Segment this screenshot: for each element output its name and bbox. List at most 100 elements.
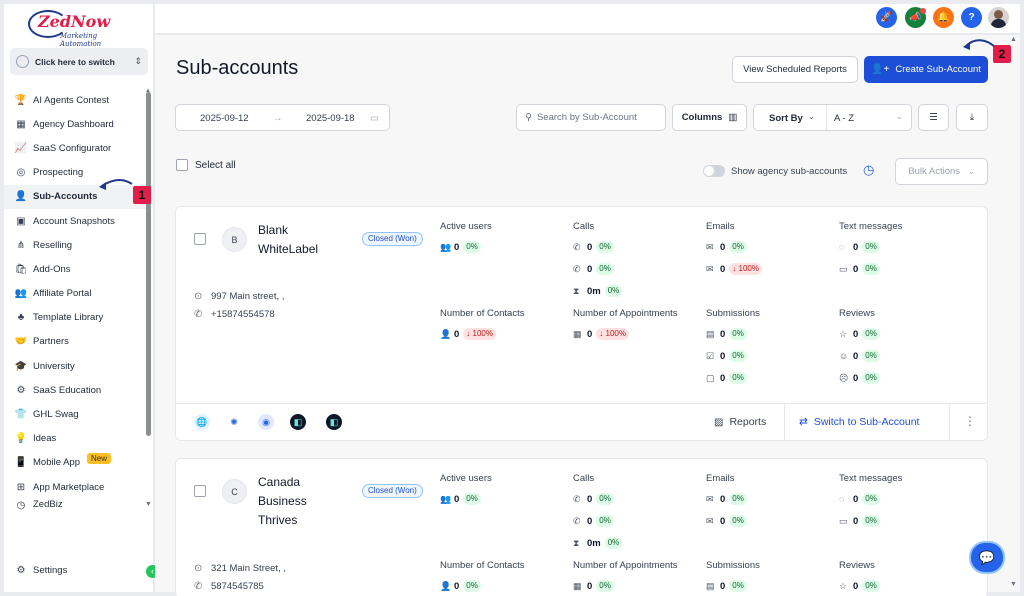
mail-sent-icon: ✉ (706, 263, 714, 274)
sidebar-item-ideas[interactable]: 💡 Ideas (4, 427, 146, 451)
quiz-icon: ▢ (706, 372, 715, 383)
account-name[interactable]: Blank WhiteLabel (258, 221, 338, 259)
view-scheduled-reports-button[interactable]: View Scheduled Reports (732, 56, 858, 83)
annotation-arrow-1 (99, 179, 133, 190)
chat-icon: 💬 (978, 550, 996, 565)
more-options-icon[interactable]: ⋮ (964, 414, 976, 428)
reports-label: Reports (729, 416, 767, 428)
history-icon[interactable]: ◷ (863, 162, 874, 178)
phone-outgoing-icon: ✆ (573, 515, 581, 526)
scroll-down-arrow[interactable]: ▼ (1010, 581, 1017, 588)
sidebar-item-ai-agents-contest[interactable]: 🏆 AI Agents Contest (4, 88, 146, 112)
sidebar-item-saas-configurator[interactable]: 📈 SaaS Configurator (4, 136, 146, 160)
sidebar-item-zedbiz[interactable]: ◷ ZedBiz (4, 499, 146, 513)
sort-control[interactable]: Sort By ⌄ A - Z ⌄ (753, 104, 912, 131)
metric-row: ☆ 0 0% (839, 328, 880, 340)
date-range-picker[interactable]: 2025-09-12 → 2025-09-18 ▭ (175, 104, 390, 131)
calendar-icon: ▭ (370, 113, 379, 124)
metric-change-pill: 0% (862, 328, 880, 340)
download-button[interactable]: ⤓ (956, 104, 988, 131)
sidebar-item-ghl-swag[interactable]: 👕 GHL Swag (4, 402, 146, 426)
sidebar-item-partners[interactable]: 🤝 Partners (4, 330, 146, 354)
sidebar-item-app-marketplace[interactable]: ⊞ App Marketplace (4, 475, 146, 499)
location-pin-icon: ⊙ (194, 291, 203, 302)
metric-row: ✆ 0 0% (573, 263, 614, 275)
columns-button[interactable]: Columns ▥ (672, 104, 747, 131)
form-icon: ▤ (706, 580, 715, 591)
account-initial-avatar: C (222, 479, 247, 504)
sidebar-item-account-snapshots[interactable]: ▣ Account Snapshots (4, 209, 146, 233)
sidebar-item-affiliate-portal[interactable]: 👥 Affiliate Portal (4, 282, 146, 306)
metric-value: 0 (720, 241, 726, 253)
sidebar-item-label: Affiliate Portal (33, 288, 92, 300)
account-address: ⊙ 997 Main street, , (194, 291, 284, 302)
rocket-icon[interactable]: 🚀 (876, 7, 897, 28)
emails-heading: Emails (706, 473, 735, 484)
switch-to-sub-account-button[interactable]: ⇄ Switch to Sub-Account (799, 416, 919, 428)
calls-heading: Calls (573, 221, 595, 232)
frown-icon: ☹ (839, 372, 849, 383)
metric-change-pill: 0% (862, 350, 880, 362)
settings-label: Settings (33, 564, 68, 576)
card-checkbox[interactable] (194, 485, 206, 497)
card-checkbox[interactable] (194, 233, 206, 245)
contacts-heading: Number of Contacts (440, 308, 525, 319)
integration-app-icon[interactable]: ✺ (226, 414, 242, 430)
sidebar-item-agency-dashboard[interactable]: ▦ Agency Dashboard (4, 112, 146, 136)
select-all-checkbox[interactable] (176, 159, 188, 171)
footer-divider (784, 404, 785, 440)
bell-icon[interactable]: 🔔 (933, 7, 954, 28)
avatar-head (994, 10, 1003, 19)
metric-row: 👥 0 0% (440, 241, 481, 253)
reviews-heading: Reviews (839, 308, 875, 319)
sidebar-item-add-ons[interactable]: 🛍 Add-Ons (4, 257, 146, 281)
address-text: 997 Main street, , (211, 291, 285, 302)
emails-heading: Emails (706, 221, 735, 232)
scroll-up-arrow[interactable]: ▲ (1010, 36, 1017, 43)
sidebar-item-settings[interactable]: ⚙ Settings (15, 564, 68, 576)
sidebar-item-reselling[interactable]: ⋔ Reselling (4, 233, 146, 257)
help-icon[interactable]: ? (961, 7, 982, 28)
search-input[interactable]: ⚲ Search by Sub-Account (516, 104, 666, 131)
account-switcher[interactable]: Click here to switch ⇕ (10, 48, 148, 75)
sidebar-item-label: Reselling (33, 239, 73, 251)
sidebar-item-label: SaaS Configurator (33, 142, 112, 154)
metric-value: 0 (720, 493, 726, 505)
sidebar-scrollbar[interactable] (146, 92, 151, 436)
filter-button[interactable]: ☰ (918, 104, 949, 131)
metric-row: ☑ 0 0% (706, 350, 747, 362)
metric-row: ◌ 0 0% (839, 241, 880, 253)
metric-change-pill: 0% (862, 580, 880, 592)
avatar[interactable] (988, 7, 1009, 28)
metric-value: 0 (720, 328, 726, 340)
chat-widget-button[interactable]: 💬 (969, 541, 1005, 574)
globe-icon: ◎ (16, 167, 26, 179)
sidebar-item-label: Add-Ons (33, 263, 71, 275)
workflow-app-icon[interactable]: ◧ (326, 414, 342, 430)
select-all[interactable]: Select all (176, 159, 236, 171)
metric-row: ▤ 0 0% (706, 328, 747, 340)
chevron-down-icon: ⌄ (808, 112, 815, 121)
address-text: 321 Main Street, , (211, 563, 286, 574)
bulk-actions-button[interactable]: Bulk Actions ⌄ (895, 158, 988, 185)
create-sub-account-button[interactable]: 👤+ Create Sub-Account (864, 56, 988, 83)
reputation-app-icon[interactable]: ◉ (258, 414, 274, 430)
brand-logo[interactable]: ZedNow Marketing Automation (28, 10, 138, 48)
mail-icon: ✉ (706, 241, 714, 252)
sidebar-item-saas-education[interactable]: ⚙ SaaS Education (4, 378, 146, 402)
sidebar-item-mobile-app[interactable]: 📱 Mobile App New (4, 451, 146, 475)
sidebar-item-label: Sub-Accounts (33, 191, 98, 203)
reports-button[interactable]: ▨ Reports (714, 416, 766, 428)
graduation-cap-icon: 🎓 (14, 360, 28, 372)
show-agency-toggle[interactable] (703, 165, 725, 177)
phone-text: 5874545785 (211, 581, 264, 592)
scroll-down-arrow[interactable]: ▼ (145, 501, 152, 508)
account-name[interactable]: Canada Business Thrives (258, 473, 338, 530)
sidebar-item-template-library[interactable]: ♣ Template Library (4, 306, 146, 330)
website-app-icon[interactable]: 🌐 (194, 414, 210, 430)
megaphone-icon[interactable]: 📣 (905, 7, 926, 28)
sidebar-item-university[interactable]: 🎓 University (4, 354, 146, 378)
metric-change-pill: 0% (862, 493, 880, 505)
phone-app-icon[interactable]: ◧ (290, 414, 306, 430)
appointments-heading: Number of Appointments (573, 560, 678, 571)
